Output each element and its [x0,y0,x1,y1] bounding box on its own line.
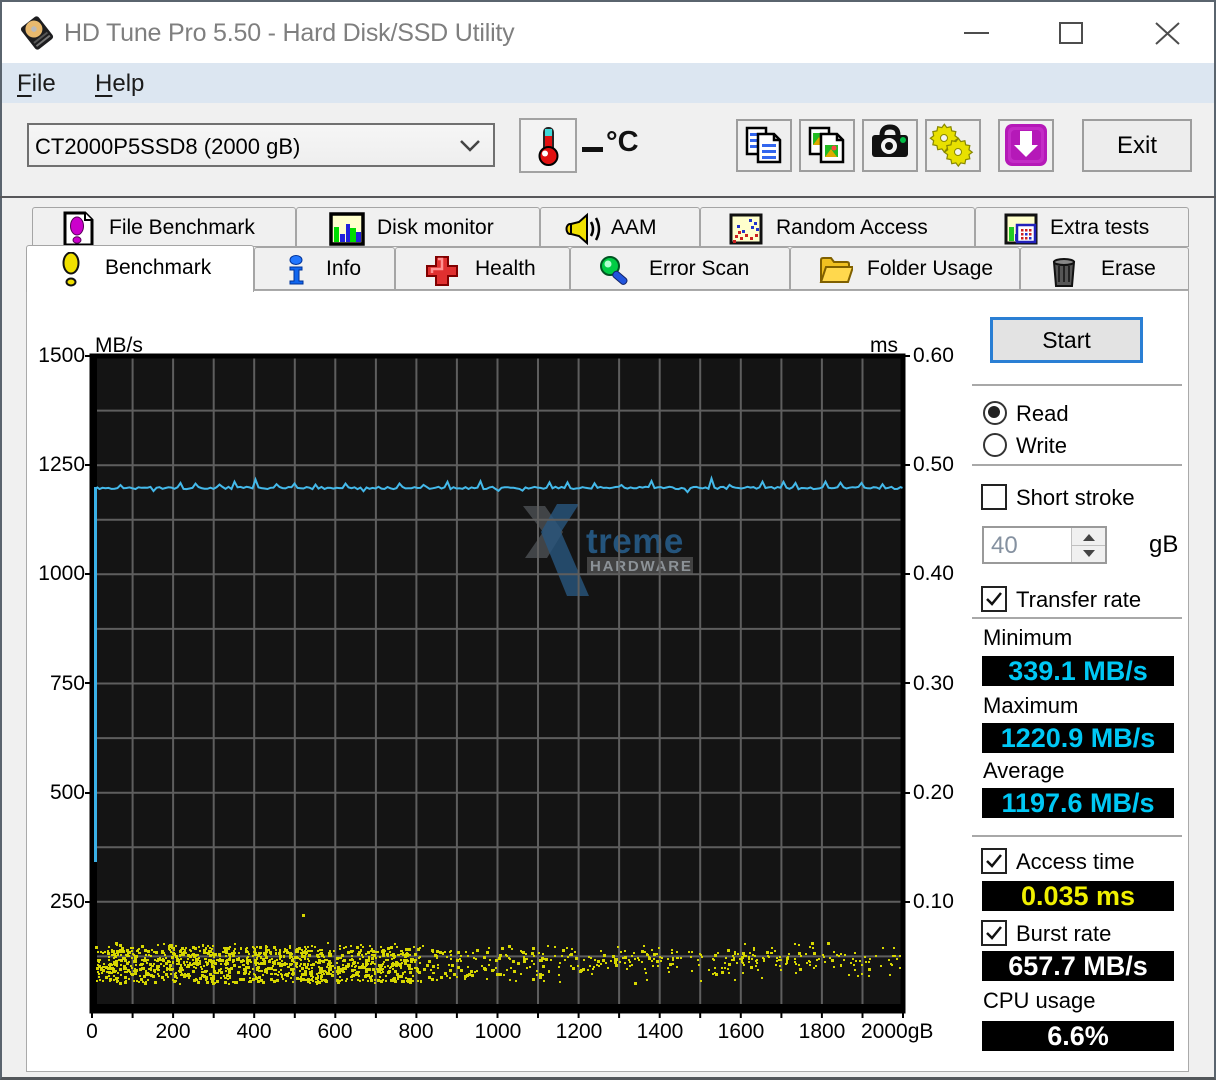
svg-text:HARDWARE: HARDWARE [590,558,693,575]
svg-text:treme: treme [586,522,684,561]
